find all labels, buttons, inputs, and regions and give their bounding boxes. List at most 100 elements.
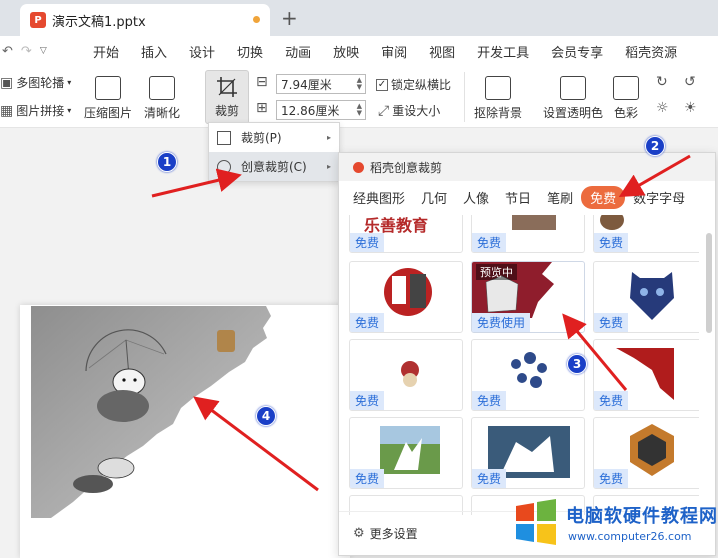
category-tab[interactable]: 人像 [455,188,497,207]
menu-item[interactable]: 会员专享 [540,42,614,61]
picture-collage-button[interactable]: ▦ 图片拼接 ▾ [0,102,71,119]
watermark-url: www.computer26.com [568,530,692,543]
sharpen-icon [149,76,175,100]
color-icon [613,76,639,100]
shape-tile[interactable]: 免费 [349,417,463,489]
width-icon: ⊟ [256,74,268,90]
free-badge: 免费 [594,391,629,410]
transparent-color-icon [560,76,586,100]
annotation-3: 3 [567,354,587,374]
contrast-icon[interactable]: ☀ [684,100,697,116]
width-spinner[interactable]: ▲ ▼ [357,77,365,91]
cropped-picture[interactable] [31,306,281,518]
shape-tile[interactable]: 免费 [593,417,699,489]
crop-icon [217,77,237,97]
collage-icon: ▦ [0,102,14,119]
menu-item[interactable]: 设计 [178,42,226,61]
set-transparent-button[interactable]: 设置透明色 [543,76,603,121]
panel-header: 稻壳创意裁剪 [339,153,715,181]
chevron-right-icon: ▸ [326,162,331,171]
previewing-tag: 预览中 [476,264,517,280]
shape-tile[interactable]: 免费 [471,339,585,411]
shape-tile[interactable]: 免费 [593,261,699,333]
category-tab[interactable]: 笔刷 [539,188,581,207]
free-badge: 免费 [594,313,629,332]
flip-icon[interactable]: ↺ [684,74,696,90]
panel-scrollbar[interactable] [706,233,712,333]
undo-icon[interactable]: ↶ [2,44,13,59]
crop-menu-item[interactable]: 裁剪(P) ▸ [209,123,339,152]
category-tab[interactable]: 几何 [413,188,455,207]
annotation-1: 1 [157,152,177,172]
shape-tile[interactable]: 乐善教育 免费 [349,215,463,253]
document-tab[interactable]: P 演示文稿1.pptx [20,4,270,36]
menu-item[interactable]: 放映 [322,42,370,61]
menu-item[interactable]: 视图 [418,42,466,61]
picture-tools-ribbon: ▣ 多图轮播 ▾ ▦ 图片拼接 ▾ 压缩图片 清晰化 裁剪 ⊟ 7.94厘米 ▲… [0,66,718,128]
menu-item[interactable]: 插入 [130,42,178,61]
redo-icon[interactable]: ↷ [21,44,32,59]
quick-access: ↶ ↷ ▽ [0,44,82,59]
tile-image [512,215,556,230]
free-badge: 免费 [350,233,385,252]
category-tab[interactable]: 节日 [497,188,539,207]
menu-bar: ↶ ↷ ▽ 开始 插入 设计 切换 动画 放映 审阅 视图 开发工具 会员专享 稻壳资源 [0,36,718,66]
remove-background-button[interactable]: 抠除背景 [474,76,522,121]
checkmark-icon: ✓ [376,78,388,91]
shape-tile[interactable]: 免费 [471,417,585,489]
annotation-4: 4 [256,406,276,426]
docer-logo-icon [353,161,364,173]
tab-bar: P 演示文稿1.pptx + [0,0,718,36]
remove-background-icon [485,76,511,100]
menu-item[interactable]: 开始 [82,42,130,61]
free-badge: 免费 [472,391,507,410]
shape-tile[interactable]: 免费 [471,215,585,253]
crop-submenu: 裁剪(P) ▸ 创意裁剪(C) ▸ [208,122,340,182]
menu-item[interactable]: 动画 [274,42,322,61]
sharpen-button[interactable]: 清晰化 [144,76,180,121]
slideshow-icon: ▣ [0,74,14,91]
category-tabs: 经典图形 几何 人像 节日 笔刷 免费 数字字母 [339,181,715,213]
annotation-2: 2 [645,136,665,156]
brightness-icon[interactable]: ☼ [656,100,669,116]
new-tab-button[interactable]: + [281,6,298,30]
category-tab[interactable]: 经典图形 [345,188,413,207]
creative-crop-menu-item[interactable]: 创意裁剪(C) ▸ [209,152,339,181]
multi-outline-button[interactable]: ▣ 多图轮播 ▾ [0,74,71,91]
menu-item[interactable]: 切换 [226,42,274,61]
width-input[interactable]: 7.94厘米 ▲ ▼ [276,74,366,94]
lock-ratio-checkbox[interactable]: ✓ 锁定纵横比 [376,76,451,93]
gear-icon: ⚙ [353,526,365,541]
shape-tile[interactable]: 免费 [593,339,699,411]
menu-item[interactable]: 审阅 [370,42,418,61]
crop-button[interactable]: 裁剪 [205,70,249,124]
ribbon-divider [464,72,465,122]
chevron-down-icon: ▾ [67,78,72,87]
shape-tile[interactable]: 免费 [593,215,699,253]
free-badge: 免费 [594,469,629,488]
shape-tile[interactable]: 免费 [349,261,463,333]
height-spinner[interactable]: ▲ ▼ [357,103,365,117]
reset-size-button[interactable]: ⤢ 重设大小 [378,102,440,119]
menu-item[interactable]: 开发工具 [466,42,540,61]
height-input[interactable]: 12.86厘米 ▲ ▼ [276,100,366,120]
shape-tile[interactable]: 免费 [349,339,463,411]
shape-tile-previewing[interactable]: 预览中 免费使用 [471,261,585,333]
free-badge: 免费 [350,391,385,410]
menu-item[interactable]: 稻壳资源 [614,42,688,61]
free-badge: 免费 [594,233,629,252]
compress-picture-button[interactable]: 压缩图片 [84,76,132,121]
chevron-right-icon: ▸ [326,133,331,142]
more-settings-link[interactable]: 更多设置 [370,525,418,542]
unsaved-indicator [253,16,260,23]
tile-image [600,215,624,230]
color-button[interactable]: 色彩 [613,76,639,121]
rotate-icon[interactable]: ↻ [656,74,668,90]
reset-size-icon: ⤢ [378,102,390,119]
category-tab[interactable]: 数字字母 [625,188,693,207]
free-badge: 免费 [350,469,385,488]
quick-more-icon[interactable]: ▽ [40,46,47,56]
compress-icon [95,76,121,100]
category-tab[interactable]: 免费 [581,185,626,209]
free-use-badge: 免费使用 [472,313,531,332]
